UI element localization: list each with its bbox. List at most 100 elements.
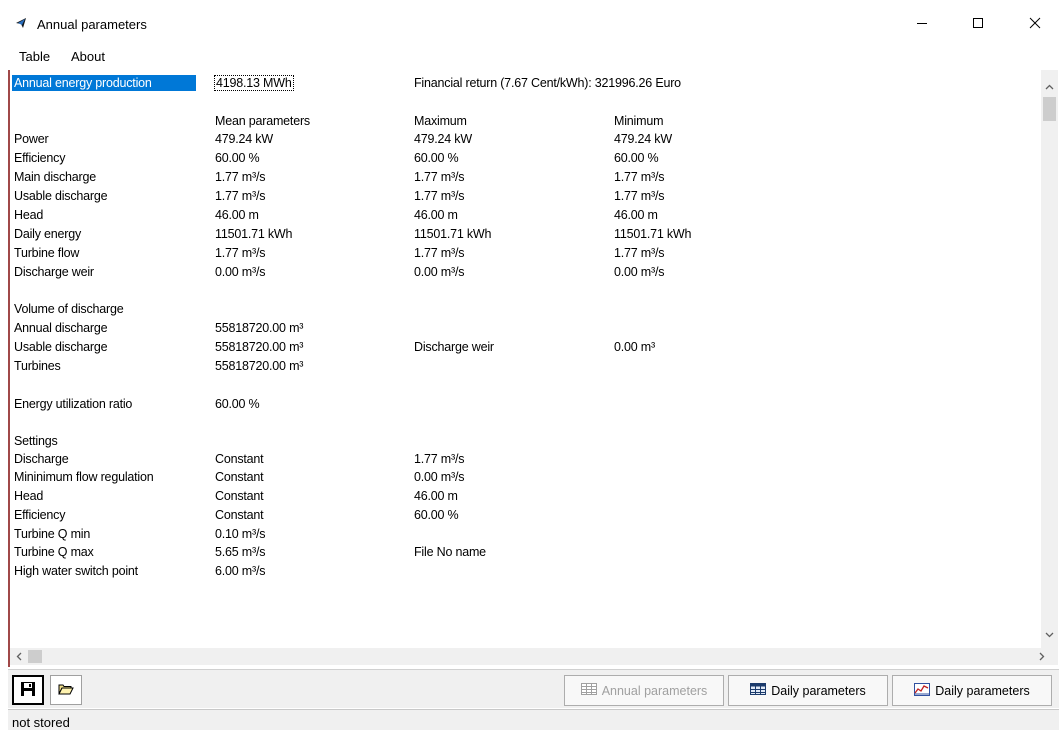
param-mean: 46.00 m	[215, 208, 259, 222]
horizontal-scroll-thumb[interactable]	[28, 650, 42, 663]
param-min: 0.00 m³/s	[614, 265, 665, 279]
setting-label: Mininimum flow regulation	[14, 470, 154, 484]
setting-mode: 0.10 m³/s	[215, 527, 266, 541]
discharge-weir-value: 0.00 m³	[614, 340, 655, 354]
close-button[interactable]	[1012, 0, 1058, 46]
utilization-ratio-label: Energy utilization ratio	[14, 397, 133, 411]
annual-parameters-button: Annual parameters	[564, 675, 724, 706]
turbines-value: 55818720.00 m³	[215, 359, 304, 373]
horizontal-scrollbar[interactable]	[10, 648, 1058, 665]
folder-open-icon	[58, 682, 74, 699]
param-max: 11501.71 kWh	[414, 227, 492, 241]
param-min: 11501.71 kWh	[614, 227, 692, 241]
setting-label: Turbine Q max	[14, 545, 94, 559]
param-label: Turbine flow	[14, 246, 80, 260]
setting-value: 1.77 m³/s	[414, 452, 465, 466]
param-label: Main discharge	[14, 170, 96, 184]
header-minimum: Minimum	[614, 114, 664, 128]
volume-section-title: Volume of discharge	[14, 302, 124, 316]
parameters-report: Annual energy production 4198.13 MWh Fin…	[8, 70, 1059, 667]
setting-label: Head	[14, 489, 44, 503]
menu-bar: Table About	[0, 46, 1059, 68]
param-max: 1.77 m³/s	[414, 189, 465, 203]
param-mean: 60.00 %	[215, 151, 260, 165]
setting-mode: 5.65 m³/s	[215, 545, 266, 559]
header-maximum: Maximum	[414, 114, 467, 128]
setting-value: 0.00 m³/s	[414, 470, 465, 484]
param-mean: 11501.71 kWh	[215, 227, 293, 241]
param-mean: 1.77 m³/s	[215, 189, 266, 203]
annual-parameters-label: Annual parameters	[601, 683, 708, 698]
param-label: Discharge weir	[14, 265, 94, 279]
annual-discharge-label: Annual discharge	[14, 321, 108, 335]
menu-about[interactable]: About	[71, 49, 105, 64]
scroll-right-icon[interactable]	[1039, 652, 1045, 664]
open-button[interactable]	[50, 675, 82, 705]
param-label: Efficiency	[14, 151, 66, 165]
status-bar: not stored	[8, 709, 1059, 730]
param-max: 1.77 m³/s	[414, 246, 465, 260]
param-min: 60.00 %	[614, 151, 659, 165]
param-label: Usable discharge	[14, 189, 108, 203]
param-mean: 1.77 m³/s	[215, 246, 266, 260]
setting-label: Discharge	[14, 452, 69, 466]
save-icon	[20, 681, 36, 700]
status-text: not stored	[12, 715, 70, 730]
table-icon	[580, 683, 597, 698]
param-min: 1.77 m³/s	[614, 189, 665, 203]
settings-section-title: Settings	[14, 434, 58, 448]
vertical-scrollbar[interactable]	[1041, 70, 1058, 648]
setting-mode: Constant	[215, 470, 264, 484]
scroll-down-icon[interactable]	[1045, 629, 1054, 641]
param-max: 479.24 kW	[414, 132, 472, 146]
turbines-label: Turbines	[14, 359, 61, 373]
param-max: 46.00 m	[414, 208, 458, 222]
financial-return: Financial return (7.67 Cent/kWh): 321996…	[414, 76, 681, 90]
setting-mode: 6.00 m³/s	[215, 564, 266, 578]
param-max: 60.00 %	[414, 151, 459, 165]
discharge-weir-label: Discharge weir	[414, 340, 494, 354]
scroll-up-icon[interactable]	[1045, 81, 1054, 93]
menu-table[interactable]: Table	[19, 49, 50, 64]
setting-mode: Constant	[215, 452, 264, 466]
annual-energy-label[interactable]: Annual energy production	[12, 75, 196, 91]
table-icon	[750, 683, 767, 698]
param-max: 0.00 m³/s	[414, 265, 465, 279]
setting-label: Efficiency	[14, 508, 66, 522]
maximize-button[interactable]	[955, 0, 1001, 46]
setting-label: Turbine Q min	[14, 527, 91, 541]
param-mean: 1.77 m³/s	[215, 170, 266, 184]
setting-value: 46.00 m	[414, 489, 458, 503]
param-label: Head	[14, 208, 44, 222]
window-title: Annual parameters	[37, 17, 147, 32]
setting-label: High water switch point	[14, 564, 138, 578]
daily-parameters-chart-button[interactable]: Daily parameters	[892, 675, 1052, 706]
bottom-toolbar: Annual parameters Daily parameters Daily…	[8, 669, 1059, 708]
daily-parameters-table-button[interactable]: Daily parameters	[728, 675, 888, 706]
app-logo-icon	[15, 16, 29, 30]
param-label: Power	[14, 132, 49, 146]
title-bar: Annual parameters	[0, 0, 1059, 46]
param-max: 1.77 m³/s	[414, 170, 465, 184]
minimize-button[interactable]	[899, 0, 945, 46]
save-button[interactable]	[12, 675, 44, 705]
scroll-left-icon[interactable]	[16, 652, 22, 664]
daily-parameters-chart-label: Daily parameters	[935, 683, 1030, 698]
usable-discharge-label: Usable discharge	[14, 340, 108, 354]
setting-mode: Constant	[215, 508, 264, 522]
setting-value: 60.00 %	[414, 508, 459, 522]
setting-value: File No name	[414, 545, 486, 559]
param-mean: 479.24 kW	[215, 132, 273, 146]
param-min: 1.77 m³/s	[614, 170, 665, 184]
param-min: 479.24 kW	[614, 132, 672, 146]
param-mean: 0.00 m³/s	[215, 265, 266, 279]
daily-parameters-table-label: Daily parameters	[771, 683, 866, 698]
vertical-scroll-thumb[interactable]	[1043, 97, 1056, 121]
annual-energy-value: 4198.13 MWh	[214, 75, 294, 91]
param-min: 46.00 m	[614, 208, 658, 222]
utilization-ratio-value: 60.00 %	[215, 397, 260, 411]
chart-icon	[914, 682, 931, 699]
annual-discharge-value: 55818720.00 m³	[215, 321, 304, 335]
param-min: 1.77 m³/s	[614, 246, 665, 260]
setting-mode: Constant	[215, 489, 264, 503]
